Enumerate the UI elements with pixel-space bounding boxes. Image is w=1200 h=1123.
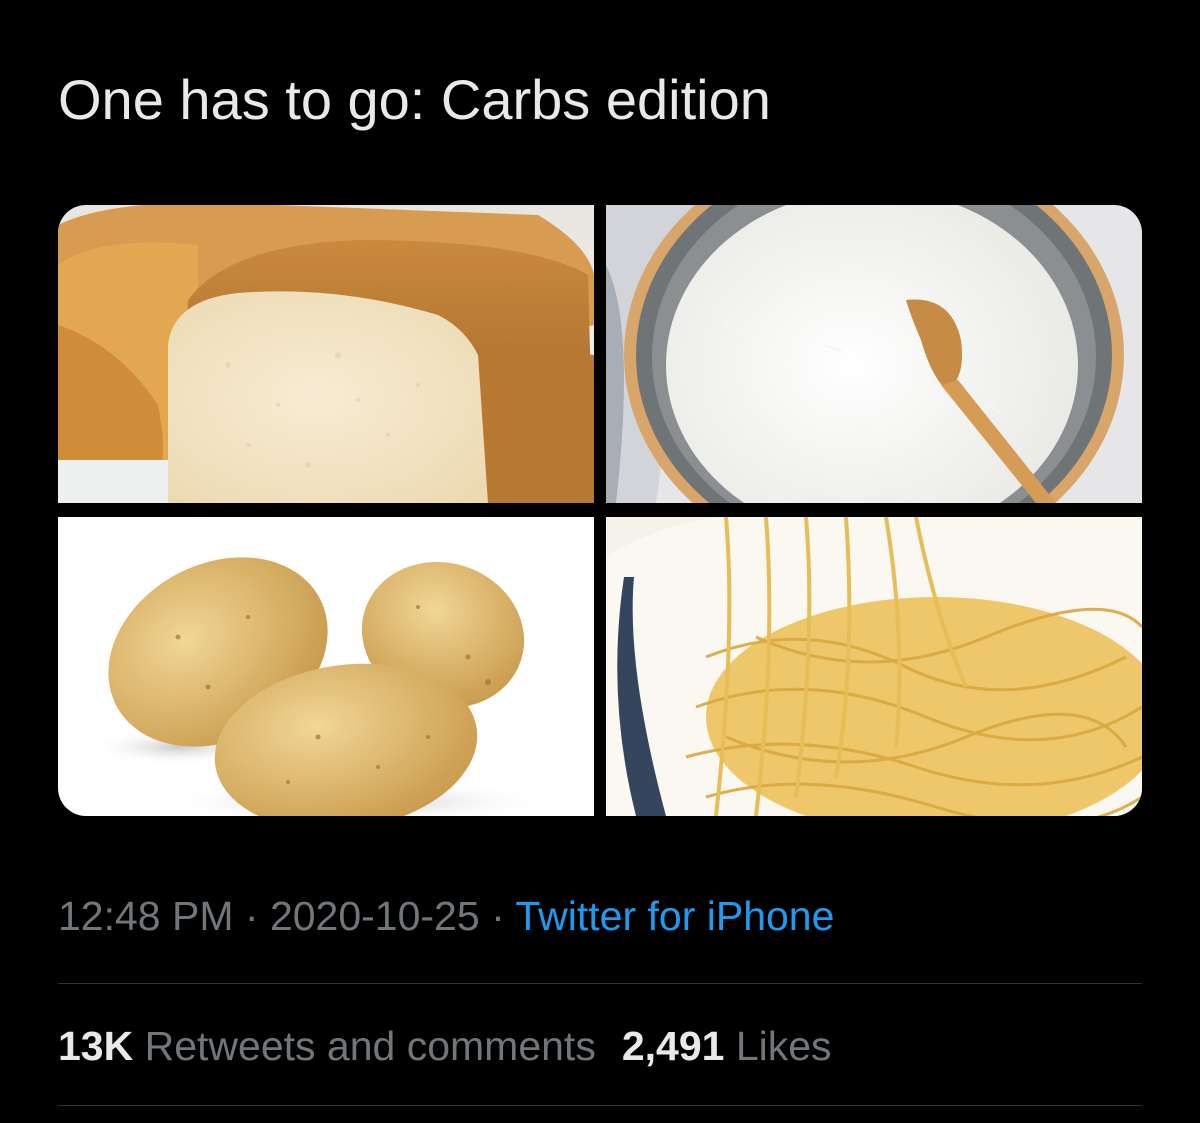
tweet-text: One has to go: Carbs edition <box>58 68 771 131</box>
meta-separator: · <box>233 893 270 939</box>
retweets-label: Retweets and comments <box>144 1023 596 1069</box>
retweets-stat[interactable]: 13K Retweets and comments <box>58 1023 596 1069</box>
tweet-time[interactable]: 12:48 PM <box>58 893 234 939</box>
divider <box>58 1105 1142 1106</box>
bread-photo[interactable] <box>58 205 594 503</box>
potatoes-photo[interactable] <box>58 517 594 816</box>
likes-count: 2,491 <box>621 1023 725 1069</box>
meta-separator: · <box>479 893 516 939</box>
tweet-stats: 13K Retweets and comments 2,491 Likes <box>58 1020 832 1072</box>
divider <box>58 983 1142 984</box>
likes-stat[interactable]: 2,491 Likes <box>622 1023 832 1069</box>
tweet-source-link[interactable]: Twitter for iPhone <box>515 893 834 939</box>
tweet-date[interactable]: 2020-10-25 <box>270 893 480 939</box>
spaghetti-photo[interactable] <box>606 517 1142 816</box>
media-grid <box>58 205 1142 816</box>
retweets-count: 13K <box>58 1023 134 1069</box>
rice-photo[interactable] <box>606 205 1142 503</box>
tweet-meta: 12:48 PM · 2020-10-25 · Twitter for iPho… <box>58 890 834 942</box>
likes-label: Likes <box>735 1023 832 1069</box>
